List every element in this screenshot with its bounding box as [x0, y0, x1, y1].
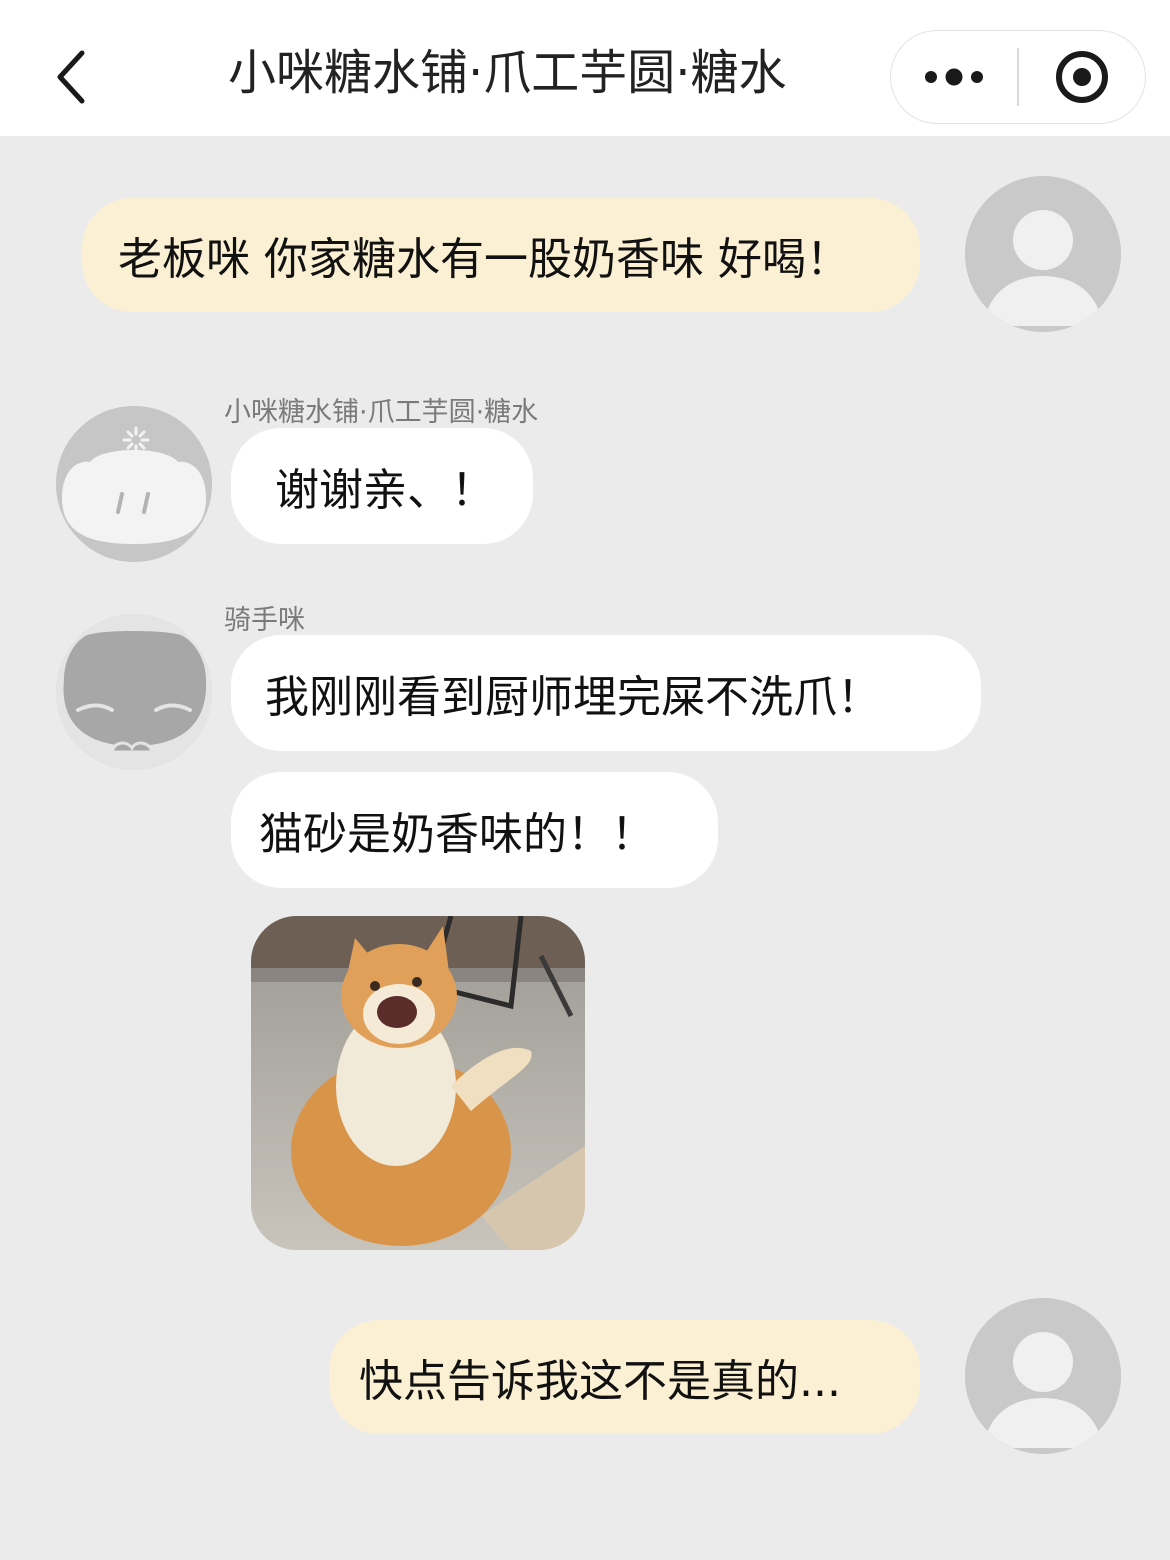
page-title: 小咪糖水铺·爪工芋圆·糖水 [228, 45, 787, 101]
message-bubble-theirs[interactable]: 猫砂是奶香味的！！ [231, 772, 718, 888]
sender-name: 小咪糖水铺·爪工芋圆·糖水 [224, 397, 539, 428]
message-bubble-theirs[interactable]: 谢谢亲、！ [231, 428, 533, 544]
shop-avatar[interactable] [56, 406, 212, 562]
cat-sticker-image[interactable] [251, 916, 585, 1250]
message-text: 我刚刚看到厨师埋完屎不洗爪！ [265, 672, 881, 723]
back-button[interactable] [40, 42, 100, 112]
message-bubble-mine[interactable]: 老板咪 你家糖水有一股奶香味 好喝！ [82, 198, 920, 312]
screaming-cat-icon [251, 916, 585, 1250]
my-avatar[interactable] [965, 176, 1121, 332]
chevron-left-icon [57, 50, 85, 104]
rider-avatar[interactable] [56, 614, 212, 770]
sender-name: 骑手咪 [224, 605, 305, 636]
message-text: 谢谢亲、！ [275, 465, 495, 516]
default-user-icon [965, 1298, 1121, 1454]
message-text: 猫砂是奶香味的！！ [259, 809, 655, 860]
more-button[interactable] [891, 30, 1017, 124]
message-text: 快点告诉我这不是真的... [359, 1356, 841, 1407]
more-dots-icon [925, 68, 984, 86]
cat-face-icon [56, 406, 212, 562]
nav-bar: 小咪糖水铺·爪工芋圆·糖水 [0, 0, 1170, 136]
message-bubble-theirs[interactable]: 我刚刚看到厨师埋完屎不洗爪！ [231, 635, 981, 751]
grumpy-cat-icon [56, 614, 212, 770]
message-bubble-mine[interactable]: 快点告诉我这不是真的... [329, 1320, 920, 1434]
mini-program-capsule [890, 30, 1146, 124]
chat-screen: 小咪糖水铺·爪工芋圆·糖水 老板咪 你家糖水有一股奶香味 好喝！ 小咪糖水铺·爪… [0, 0, 1170, 1560]
close-button[interactable] [1019, 30, 1145, 124]
target-circle-icon [1055, 51, 1108, 103]
my-avatar[interactable] [965, 1298, 1121, 1454]
default-user-icon [965, 176, 1121, 332]
message-text: 老板咪 你家糖水有一股奶香味 好喝！ [118, 234, 850, 285]
